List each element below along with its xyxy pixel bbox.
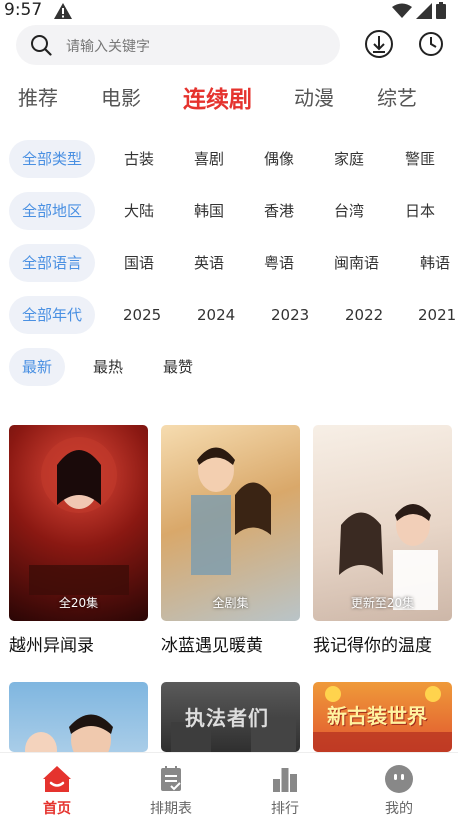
filter-year-option[interactable]: 2021 [418, 296, 456, 334]
tab-anime[interactable]: 动漫 [294, 82, 334, 111]
filter-year-option[interactable]: 2025 [123, 296, 161, 334]
filter-language-option[interactable]: 英语 [194, 244, 224, 282]
filter-type-option[interactable]: 喜剧 [194, 140, 224, 178]
warning-icon [54, 3, 72, 19]
filter-year-option[interactable]: 2022 [345, 296, 383, 334]
filter-type-option[interactable]: 警匪 [405, 140, 435, 178]
show-title: 我记得你的温度 [313, 636, 432, 656]
status-bar: 9:57 [0, 0, 458, 22]
episode-badge: 更新至20集 [350, 596, 415, 610]
poster-image: 更新至20集 [313, 425, 452, 621]
filter-type-option[interactable]: 家庭 [334, 140, 364, 178]
filter-region-option[interactable]: 香港 [264, 192, 294, 230]
tab-series[interactable]: 连续剧 [183, 80, 252, 114]
filter-language-option[interactable]: 闽南语 [334, 244, 379, 282]
filter-row-region: 全部地区 大陆 韩国 香港 台湾 日本 [0, 192, 458, 230]
filter-region-option[interactable]: 台湾 [334, 192, 364, 230]
filter-region-option[interactable]: 韩国 [194, 192, 224, 230]
filter-type-option[interactable]: 古装 [124, 140, 154, 178]
filter-language-all[interactable]: 全部语言 [9, 244, 96, 282]
poster-title-text: 执法者们 [185, 706, 269, 730]
poster-title-text: 新古装世界 [327, 704, 427, 728]
filter-row-year: 全部年代 2025 2024 2023 2022 2021 [0, 296, 458, 334]
poster-art [29, 437, 129, 595]
poster-art [191, 447, 271, 575]
episode-badge: 全剧集 [212, 596, 249, 610]
tab-variety[interactable]: 综艺 [377, 82, 417, 111]
show-title: 越州异闻录 [9, 636, 94, 656]
filter-row-language: 全部语言 国语 英语 粤语 闽南语 韩语 [0, 244, 458, 282]
poster-image: 全20集 [9, 425, 148, 621]
filter-region-option[interactable]: 日本 [405, 192, 435, 230]
tab-movie[interactable]: 电影 [101, 82, 141, 111]
filter-language-option[interactable]: 韩语 [420, 244, 450, 282]
status-time: 9:57 [4, 0, 43, 20]
poster-art [25, 714, 113, 752]
tab-recommend[interactable]: 推荐 [18, 82, 58, 111]
nav-label: 首页 [43, 801, 71, 817]
show-title: 冰蓝遇见暖黄 [161, 636, 263, 656]
bottom-nav: 首页 排期表 排行 我的 [0, 752, 458, 820]
search-row: 请输入关键字 [0, 25, 458, 65]
search-input[interactable]: 请输入关键字 [16, 25, 340, 65]
filter-year-all[interactable]: 全部年代 [9, 296, 96, 334]
history-clock-icon[interactable] [418, 30, 444, 58]
filter-year-option[interactable]: 2024 [197, 296, 235, 334]
poster-image: 全剧集 [161, 425, 300, 621]
nav-label: 排行 [271, 801, 299, 817]
nav-profile[interactable]: 我的 [342, 753, 456, 820]
download-icon[interactable] [364, 29, 394, 59]
poster-image: 新古装世界 [313, 682, 452, 752]
filter-row-sort: 最新 最热 最赞 [0, 348, 458, 386]
sort-hottest[interactable]: 最热 [93, 348, 123, 386]
poster-image: 执法者们 [161, 682, 300, 752]
signal-icon [416, 2, 432, 19]
filter-region-option[interactable]: 大陆 [124, 192, 154, 230]
nav-label: 我的 [385, 801, 413, 817]
poster-image [9, 682, 148, 752]
filter-language-option[interactable]: 粤语 [264, 244, 294, 282]
status-icons [392, 2, 446, 19]
episode-badge: 全20集 [58, 596, 99, 610]
filter-language-option[interactable]: 国语 [124, 244, 154, 282]
filter-row-type: 全部类型 古装 喜剧 偶像 家庭 警匪 [0, 140, 458, 178]
category-tabs: 推荐 电影 连续剧 动漫 综艺 [0, 82, 458, 122]
filter-region-all[interactable]: 全部地区 [9, 192, 96, 230]
nav-label: 排期表 [150, 801, 192, 817]
search-placeholder: 请输入关键字 [66, 39, 150, 55]
filter-type-all[interactable]: 全部类型 [9, 140, 96, 178]
poster-art [339, 504, 438, 610]
battery-icon [436, 2, 446, 19]
sort-latest[interactable]: 最新 [9, 348, 66, 386]
profile-icon [385, 765, 413, 793]
schedule-icon [161, 766, 181, 791]
search-icon [31, 35, 52, 56]
home-icon [43, 766, 71, 792]
sort-most-liked[interactable]: 最赞 [163, 348, 193, 386]
filter-year-option[interactable]: 2023 [271, 296, 309, 334]
nav-schedule[interactable]: 排期表 [114, 753, 228, 820]
wifi-icon [392, 3, 412, 18]
nav-home[interactable]: 首页 [0, 753, 114, 820]
filter-type-option[interactable]: 偶像 [264, 140, 294, 178]
ranking-icon [273, 768, 297, 792]
nav-ranking[interactable]: 排行 [228, 753, 342, 820]
